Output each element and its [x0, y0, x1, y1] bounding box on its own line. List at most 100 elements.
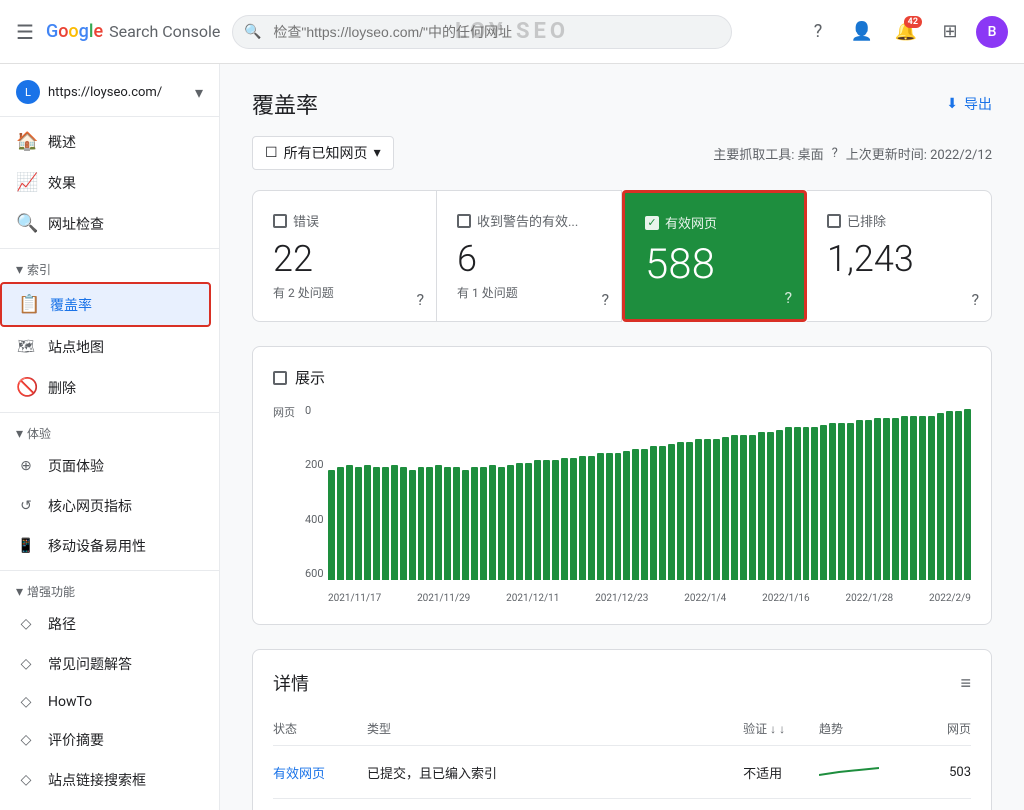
bar-56: [829, 423, 836, 580]
stat-card-errors[interactable]: 错误 22 有 2 处问题 ?: [252, 190, 437, 322]
y-tick-400: 400: [305, 513, 324, 526]
valid-help-icon[interactable]: ?: [784, 288, 792, 307]
sidebar-divider-enhanced: [0, 570, 219, 571]
bar-36: [650, 446, 657, 580]
stat-label-warnings: 收到警告的有效...: [457, 211, 601, 230]
export-label: 导出: [964, 94, 992, 114]
row2-type: 已编入索引，但未在站点地图中提交: [367, 799, 743, 810]
notifications-button[interactable]: 🔔 42: [888, 14, 924, 50]
account-icon-btn[interactable]: 👤: [844, 14, 880, 50]
row1-status-link[interactable]: 有效网页: [273, 767, 325, 782]
row2-verification: 不适用: [743, 799, 819, 810]
sidebar-item-removals[interactable]: 🚫 删除: [0, 367, 211, 408]
help-button[interactable]: ?: [800, 14, 836, 50]
details-title: 详情: [273, 670, 309, 696]
col-trend: 趋势: [819, 712, 927, 746]
sidebar-item-page-experience[interactable]: ⊕ 页面体验: [0, 446, 211, 486]
sidebar-label-sitelinks: 站点链接搜索框: [48, 770, 146, 790]
sitelinks-icon: ◇: [16, 772, 36, 788]
home-icon: 🏠: [16, 131, 36, 152]
errors-checkbox: [273, 214, 287, 228]
apps-button[interactable]: ⊞: [932, 14, 968, 50]
site-selector[interactable]: L https://loyseo.com/ ▾: [0, 72, 219, 112]
x-tick-6: 2022/1/28: [846, 593, 894, 604]
avatar[interactable]: B: [976, 16, 1008, 48]
warnings-checkbox: [457, 214, 471, 228]
sidebar-label-sitemaps: 站点地图: [48, 337, 104, 357]
chart-x-axis: 2021/11/172021/11/292021/12/112021/12/23…: [328, 593, 971, 604]
sidebar-item-overview[interactable]: 🏠 概述: [0, 121, 211, 162]
menu-icon[interactable]: ☰: [16, 20, 34, 44]
sidebar-item-url-inspection[interactable]: 🔍 网址检查: [0, 203, 211, 244]
sidebar-item-sitelinks[interactable]: ◇ 站点链接搜索框: [0, 760, 211, 800]
search-icon: 🔍: [244, 24, 261, 40]
chart-checkbox: [273, 371, 287, 385]
sidebar-item-performance[interactable]: 📈 效果: [0, 162, 211, 203]
export-button[interactable]: ⬇ 导出: [946, 94, 992, 114]
sidebar-label-review: 评价摘要: [48, 730, 104, 750]
bar-18: [489, 465, 496, 580]
enhanced-chevron-icon: ▾: [16, 584, 23, 600]
sidebar: L https://loyseo.com/ ▾ 🏠 概述 📈 效果 🔍 网址检查…: [0, 64, 220, 810]
search-input[interactable]: [232, 15, 732, 49]
row2-count: 85: [928, 799, 971, 810]
bar-52: [794, 427, 801, 580]
chart-bars: [328, 404, 971, 580]
bar-8: [400, 467, 407, 580]
sidebar-label-removals: 删除: [48, 378, 76, 398]
stat-card-valid[interactable]: ✓ 有效网页 588 ?: [622, 190, 807, 322]
sidebar-item-faq[interactable]: ◇ 常见问题解答: [0, 644, 211, 684]
sidebar-item-review[interactable]: ◇ 评价摘要: [0, 720, 211, 760]
coverage-icon: 📋: [18, 294, 38, 315]
sidebar-item-core-web[interactable]: ↺ 核心网页指标: [0, 486, 211, 526]
warnings-help-icon[interactable]: ?: [601, 290, 609, 309]
bar-35: [641, 449, 648, 580]
bar-62: [883, 418, 890, 580]
errors-help-icon[interactable]: ?: [416, 290, 424, 309]
y-tick-600: 600: [305, 567, 324, 580]
filter-dropdown[interactable]: ☐ 所有已知网页 ▾: [252, 136, 394, 170]
excluded-help-icon[interactable]: ?: [971, 290, 979, 309]
bar-67: [928, 416, 935, 580]
stat-label-valid: ✓ 有效网页: [645, 213, 784, 232]
sidebar-label-overview: 概述: [48, 132, 76, 152]
bar-71: [964, 409, 971, 580]
excluded-checkbox: [827, 214, 841, 228]
removals-icon: 🚫: [16, 377, 36, 398]
sidebar-divider-experience: [0, 412, 219, 413]
sidebar-item-breadcrumbs[interactable]: ◇ 路径: [0, 604, 211, 644]
enhanced-section-label: ▾ 增强功能: [0, 575, 219, 604]
bar-51: [785, 427, 792, 580]
site-favicon: L: [16, 80, 40, 104]
stat-card-excluded[interactable]: 已排除 1,243 ?: [807, 190, 992, 322]
chart-y-axis: 600 400 200 0: [305, 404, 324, 580]
google-logo: Google Search Console: [46, 21, 220, 42]
sidebar-item-mobile[interactable]: 📱 移动设备易用性: [0, 526, 211, 566]
product-name: Search Console: [109, 22, 220, 41]
stat-cards: 错误 22 有 2 处问题 ? 收到警告的有效... 6 有 1 处问题 ? ✓: [252, 190, 992, 322]
search-small-icon: 🔍: [16, 213, 36, 234]
trending-icon: 📈: [16, 172, 36, 193]
bar-12: [435, 465, 442, 580]
topbar-actions: ? 👤 🔔 42 ⊞ B: [800, 14, 1008, 50]
google-wordmark: Google: [46, 21, 103, 42]
row1-status[interactable]: 有效网页: [273, 746, 367, 799]
warnings-sub: 有 1 处问题: [457, 284, 601, 301]
sidebar-label-faq: 常见问题解答: [48, 654, 132, 674]
sidebar-item-coverage[interactable]: 📋 覆盖率: [0, 282, 211, 327]
x-tick-0: 2021/11/17: [328, 593, 381, 604]
sidebar-divider-index: [0, 248, 219, 249]
sidebar-item-video[interactable]: ◇ 视频: [0, 800, 211, 810]
bar-16: [471, 467, 478, 580]
bar-64: [901, 416, 908, 580]
sidebar-item-howto[interactable]: ◇ HowTo: [0, 684, 211, 720]
sidebar-item-sitemaps[interactable]: 🗺 站点地图: [0, 327, 211, 367]
col-count: 网页: [928, 712, 971, 746]
index-chevron-icon: ▾: [16, 262, 23, 278]
filter-rows-icon[interactable]: ≡: [960, 673, 971, 694]
col-type: 类型: [367, 712, 743, 746]
experience-chevron-icon: ▾: [16, 426, 23, 442]
bar-15: [462, 470, 469, 580]
stat-card-warnings[interactable]: 收到警告的有效... 6 有 1 处问题 ?: [437, 190, 622, 322]
row2-status[interactable]: 有效网页: [273, 799, 367, 810]
